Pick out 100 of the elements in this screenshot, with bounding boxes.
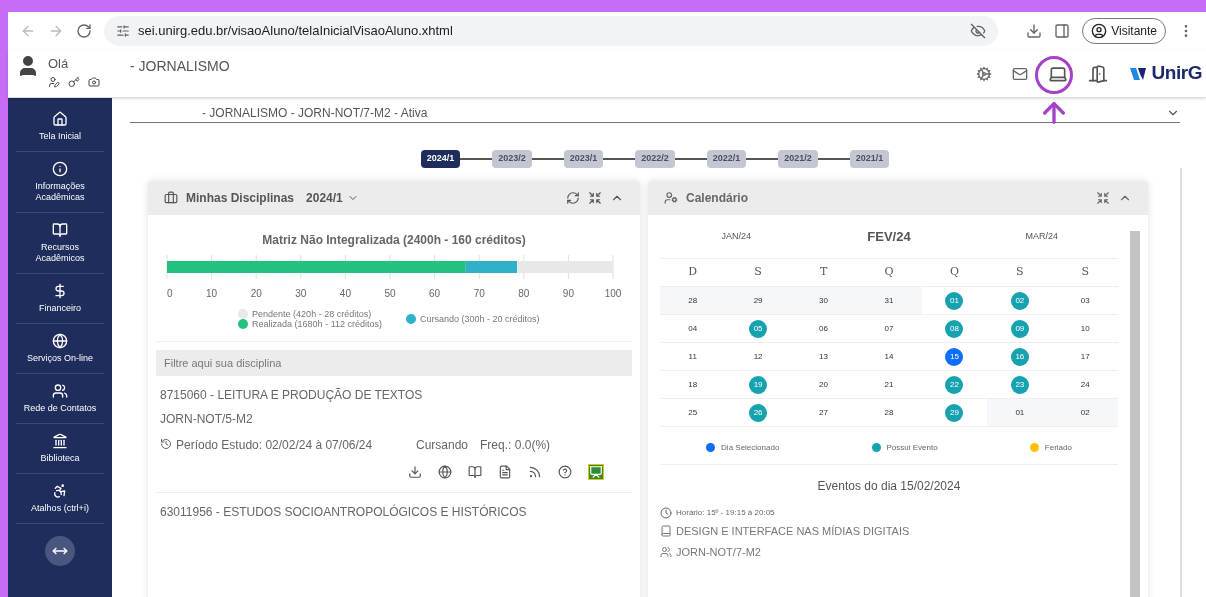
axis-tick-label: 0 [167,288,173,299]
axis-tick-label: 20 [250,288,262,299]
calendar-day[interactable]: 03 [1076,291,1095,310]
period-tab[interactable]: 2021/2 [778,150,818,168]
download-icon[interactable] [408,465,422,479]
settings-icon[interactable] [975,65,992,82]
edit-user-icon[interactable] [48,75,60,88]
calendar-day[interactable]: 25 [683,403,702,422]
legend-label: Pendente (420h - 28 créditos) [252,309,372,319]
calendar-day[interactable]: 31 [880,291,898,310]
enrollment-text: - JORNALISMO - JORN-NOT/7-M2 - Ativa [202,105,428,122]
book-icon[interactable] [468,465,482,479]
period-tab[interactable]: 2021/1 [849,150,890,168]
sidebar-item[interactable]: Atalhos (ctrl+i) [16,474,104,524]
event-time: Horário: 15º - 19:15 à 20:05 [676,507,775,519]
weekday-label: D [687,264,699,281]
calendar-day[interactable]: 17 [1076,347,1095,366]
next-month[interactable]: MAR/24 [965,229,1118,244]
calendar-day[interactable]: 04 [683,319,702,338]
period-tab[interactable]: 2022/2 [635,150,675,168]
address-bar[interactable]: sei.unirg.edu.br/visaoAluno/telaInicialVisaoAluno.xhtml [104,16,999,46]
calendar-day[interactable]: 06 [814,319,833,338]
calendar-day[interactable]: 10 [1076,319,1095,338]
sidebar-item[interactable]: Biblioteca [16,424,104,474]
eye-off-icon[interactable] [970,23,987,39]
reload-icon[interactable] [76,23,92,39]
globe-icon[interactable] [438,465,452,479]
dollar-icon [52,283,68,299]
period-tab[interactable]: 2022/1 [706,150,747,168]
weekday-label: Q [948,264,960,281]
axis-tick-label: 70 [473,288,485,299]
calendar-day[interactable]: 18 [683,375,702,394]
axis-tick-label: 100 [604,288,622,299]
study-period: Período Estudo: 02/02/24 à 07/06/24 [176,437,374,454]
download-icon[interactable] [1026,23,1043,39]
calendar-day[interactable]: 20 [814,375,833,394]
scrollbar[interactable] [1130,231,1140,597]
event-subject: DESIGN E INTERFACE NAS MÍDIAS DIGITAIS [676,524,910,539]
side-panel-icon[interactable] [1054,23,1071,39]
document-icon[interactable] [498,465,512,479]
camera-icon[interactable] [88,75,100,88]
weekday-label: S [1080,264,1091,281]
sidebar-item[interactable]: Tela Inicial [16,102,104,152]
key-icon[interactable] [68,75,80,88]
period-dropdown[interactable]: 2024/1 [306,189,359,207]
calendar-day[interactable]: 28 [880,403,898,422]
calendar-day[interactable]: 24 [1076,375,1095,394]
sidebar-item[interactable]: Informações Acadêmicas [16,152,104,213]
history-icon [160,438,172,450]
feed-icon[interactable] [528,465,542,479]
mail-icon[interactable] [1011,65,1028,82]
sidebar-item[interactable]: Rede de Contatos [16,374,104,424]
calendar-day[interactable]: 07 [880,319,898,338]
legend-label: Dia Selecionado [721,441,780,454]
status-text: Cursando [416,437,469,454]
event-class: JORN-NOT/7-M2 [676,544,761,560]
minimize-icon[interactable] [588,191,602,205]
axis-tick-label: 80 [518,288,530,299]
period-tab[interactable]: 2023/2 [492,150,532,168]
sidebar-item[interactable]: Financeiro [16,274,104,324]
url-text: sei.unirg.edu.br/visaoAluno/telaInicialVisaoAluno.xhtml [138,22,454,41]
user-icon [664,191,678,205]
door-icon[interactable] [1087,63,1108,84]
calendar-day[interactable]: 13 [814,347,833,366]
help-icon[interactable] [558,465,572,479]
site-info-icon[interactable] [116,24,130,38]
collapse-sidebar-button[interactable] [45,536,75,566]
period-tab[interactable]: 2024/1 [420,150,461,168]
previous-month[interactable]: JAN/24 [660,229,813,244]
calendar-day[interactable]: 27 [814,403,833,422]
discipline-title[interactable]: 8715060 - LEITURA E PRODUÇÃO DE TEXTOS [160,384,628,406]
briefcase-icon [164,191,178,205]
axis-tick-label: 90 [562,288,574,299]
class-code: JORN-NOT/5-M2 [160,411,254,428]
discipline-title[interactable]: 63011956 - ESTUDOS SOCIOANTROPOLÓGICOS E HISTÓRICOS [160,501,628,523]
frequency-text: Freq.: 0.0(%) [480,437,551,454]
legend-label: Possui Evento [886,441,938,454]
minimize-icon[interactable] [1096,191,1110,205]
book-icon [52,222,68,238]
calendar-day[interactable]: 14 [880,347,898,366]
events-title: Eventos do dia 15/02/2024 [816,478,962,495]
calendar-day[interactable]: 30 [814,291,833,310]
calendar-day[interactable]: 21 [880,375,898,394]
filter-field[interactable]: Filtre aqui sua disciplina [156,350,632,376]
classroom-icon[interactable] [588,464,604,480]
calendar-day[interactable]: 15 [945,347,964,366]
legend-label: Cursando (300h - 20 créditos) [420,314,540,324]
sidebar-item[interactable]: Recursos Acadêmicos [16,213,104,274]
course-title: - JORNALISMO [130,57,231,76]
user-circle-icon [1091,23,1108,39]
sidebar-item[interactable]: Serviços On-line [16,324,104,374]
book-icon [660,525,672,538]
weekday-label: T [818,264,829,281]
card-title: Calendário [686,190,748,207]
calendar-day[interactable]: 12 [749,347,768,366]
calendar-day[interactable]: 11 [683,347,702,366]
refresh-icon[interactable] [566,191,580,205]
house-icon [52,111,68,127]
period-tab[interactable]: 2023/1 [563,150,604,168]
info-icon [52,161,68,177]
